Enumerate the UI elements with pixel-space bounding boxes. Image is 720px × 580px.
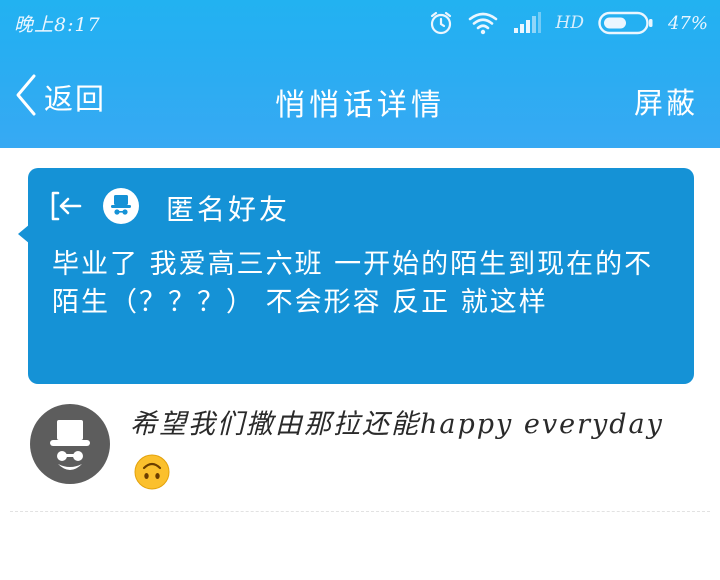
signal-icon: [512, 12, 542, 34]
alarm-icon: [428, 10, 454, 36]
battery-percentage: 47%: [667, 12, 708, 34]
network-type-label: HD: [555, 13, 584, 33]
upside-down-face-icon: [134, 454, 170, 490]
comment-item: 希望我们撒由那拉还能happy everyday: [30, 402, 700, 502]
status-icons: HD 47%: [428, 8, 708, 38]
nav-bar: 返回 悄悄话详情 屏蔽: [0, 56, 720, 140]
battery-icon: [598, 11, 654, 35]
sender-name: 匿名好友: [166, 193, 291, 226]
anonymous-avatar-icon: [50, 420, 90, 470]
whisper-card: 匿名好友 毕业了 我爱高三六班 一开始的陌生到现在的不陌生（？？？） 不会形容 …: [28, 168, 694, 384]
avatar[interactable]: [30, 404, 110, 484]
block-button[interactable]: 屏蔽: [634, 80, 698, 122]
comment-body: 希望我们撒由那拉还能happy everyday: [130, 409, 664, 440]
page-title: 悄悄话详情: [275, 88, 445, 123]
comment-text: 希望我们撒由那拉还能happy everyday: [130, 402, 690, 494]
header-background: 晚上8:17 HD 47% 返回 悄悄话详情 屏蔽: [0, 0, 720, 148]
whisper-back-icon[interactable]: [50, 189, 84, 227]
divider: [10, 511, 710, 512]
status-time: 晚上8:17: [14, 14, 101, 36]
card-header: 匿名好友: [50, 188, 290, 228]
status-bar: 晚上8:17 HD 47%: [0, 0, 720, 46]
whisper-message: 毕业了 我爱高三六班 一开始的陌生到现在的不陌生（？？？） 不会形容 反正 就这…: [52, 249, 654, 318]
wifi-icon: [468, 11, 498, 35]
anonymous-avatar-icon: [102, 187, 140, 229]
